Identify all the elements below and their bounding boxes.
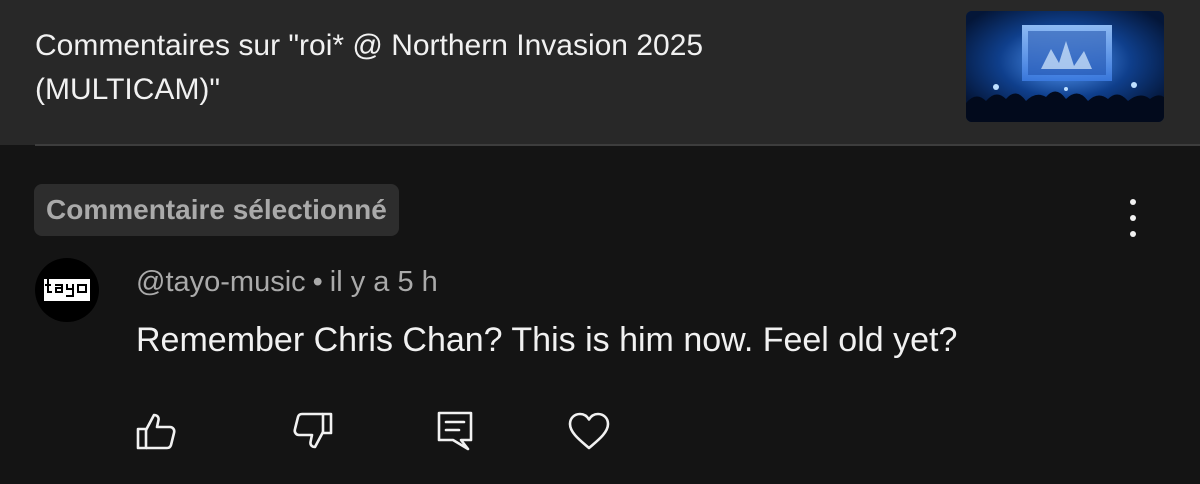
more-options-icon[interactable] (1118, 199, 1148, 237)
comment-text: Remember Chris Chan? This is him now. Fe… (136, 321, 958, 359)
comment-meta: @tayo-music • il y a 5 h (136, 263, 438, 301)
thumbs-down-icon (293, 412, 333, 449)
comment-panel: Commentaires sur "roi* @ Northern Invasi… (0, 0, 1200, 484)
more-dot (1130, 199, 1136, 205)
thumbs-up-icon (136, 413, 176, 450)
more-dot (1130, 215, 1136, 221)
avatar[interactable] (35, 258, 99, 322)
video-thumbnail[interactable] (966, 11, 1164, 122)
heart-icon (568, 412, 610, 450)
meta-separator: • (312, 266, 323, 298)
tayo-logo-icon (44, 279, 90, 301)
comment-author[interactable]: @tayo-music (136, 266, 306, 298)
comment-time: il y a 5 h (329, 266, 438, 298)
dislike-button[interactable] (290, 408, 336, 454)
selected-comment-badge: Commentaire sélectionné (34, 184, 399, 236)
heart-button[interactable] (566, 408, 612, 454)
comments-header: Commentaires sur "roi* @ Northern Invasi… (0, 0, 1200, 145)
like-button[interactable] (133, 408, 179, 454)
header-title: Commentaires sur "roi* @ Northern Invasi… (35, 29, 704, 106)
header-divider (35, 144, 1200, 146)
reply-comment-icon (437, 411, 473, 451)
more-dot (1130, 231, 1136, 237)
concert-video-thumbnail-icon (966, 11, 1164, 122)
reply-button[interactable] (432, 408, 478, 454)
